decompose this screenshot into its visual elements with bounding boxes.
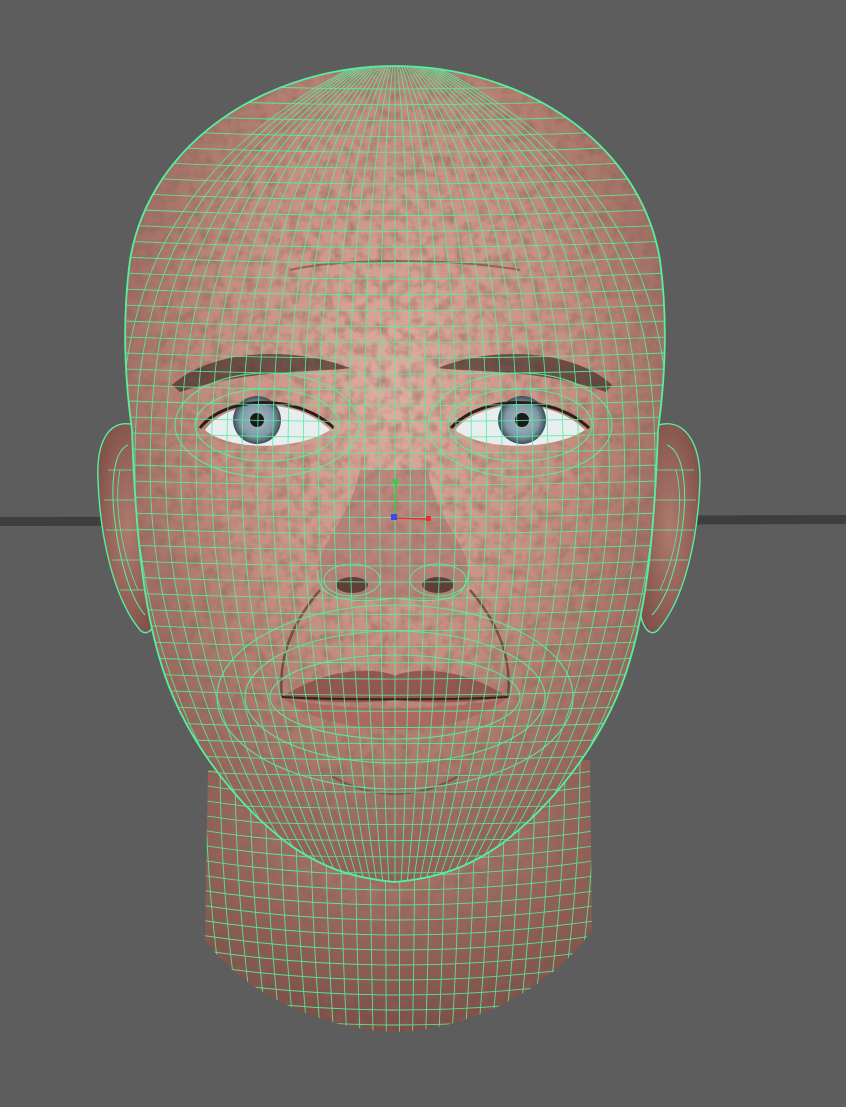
y-axis-handle[interactable]	[394, 481, 397, 519]
x-axis-tip[interactable]	[426, 516, 431, 521]
3d-viewport[interactable]	[0, 0, 846, 1107]
x-axis-handle[interactable]	[394, 517, 429, 520]
z-axis-tip[interactable]	[391, 514, 397, 520]
y-axis-tip[interactable]	[393, 479, 398, 484]
viewport-canvas[interactable]	[0, 0, 846, 1107]
head-mesh[interactable]	[100, 60, 690, 890]
